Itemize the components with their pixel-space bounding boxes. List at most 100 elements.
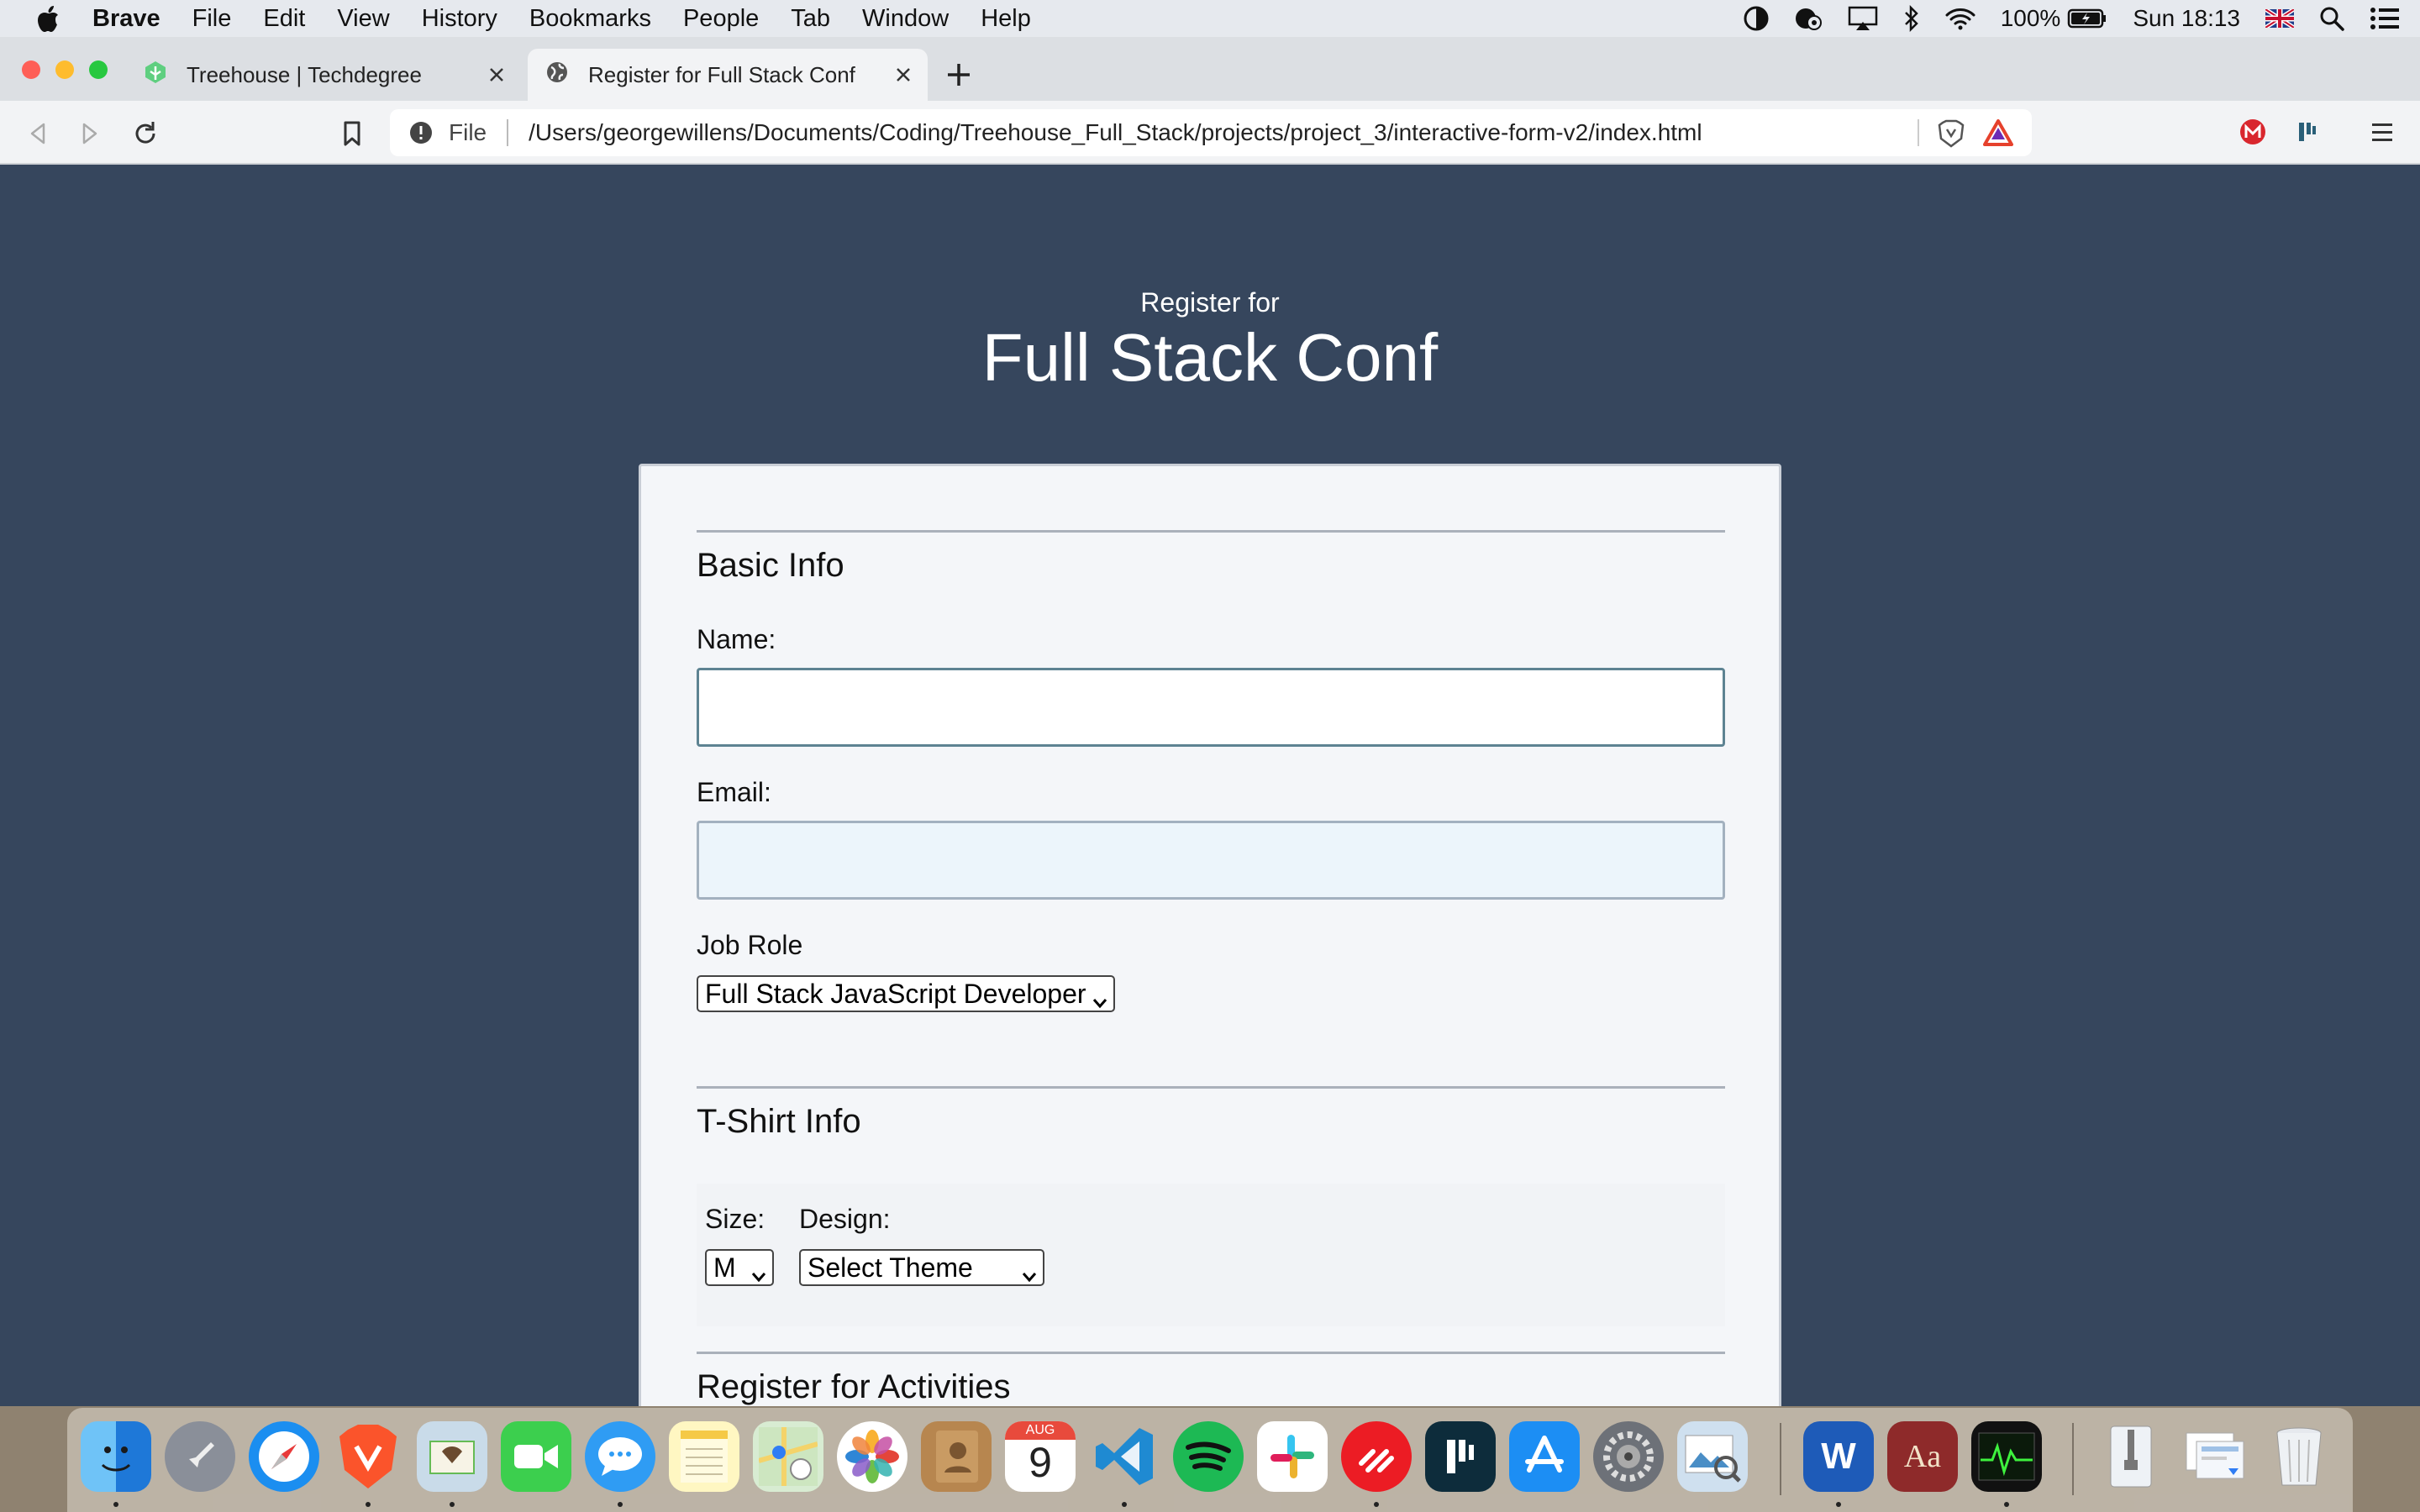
section-divider [697,530,1725,533]
page-subtitle: Register for [1140,287,1280,318]
bookmark-icon[interactable] [338,119,366,148]
menu-file[interactable]: File [192,5,232,33]
launchpad-icon[interactable] [165,1421,235,1492]
airplay-icon[interactable] [1848,6,1878,31]
reload-icon[interactable] [131,119,160,148]
contrast-icon[interactable] [1744,6,1769,31]
job-role-selected: Full Stack JavaScript Developer [705,978,1086,1009]
menu-tab[interactable]: Tab [791,5,830,33]
menu-history[interactable]: History [422,5,497,33]
web-page: Register for Full Stack Conf Basic Info … [0,165,2420,1406]
address-bar[interactable]: File /Users/georgewillens/Documents/Codi… [390,109,2032,156]
back-icon[interactable] [24,119,52,148]
creative-cloud-icon[interactable] [1794,6,1823,31]
mail-icon[interactable] [417,1421,487,1492]
address-divider [1918,119,1919,146]
tab-treehouse[interactable]: Treehouse | Techdegree [126,49,521,101]
running-indicator [1374,1502,1379,1507]
close-tab-icon[interactable] [486,64,508,86]
minimize-window-button[interactable] [55,60,74,79]
running-indicator [450,1502,455,1507]
menubar-clock[interactable]: Sun 18:13 [2133,5,2240,32]
system-preferences-icon[interactable] [1593,1421,1664,1492]
menu-window[interactable]: Window [862,5,949,33]
menu-help[interactable]: Help [981,5,1031,33]
archive-stack-icon[interactable] [2096,1421,2166,1492]
apple-menu-icon[interactable] [32,3,64,34]
safari-icon[interactable] [249,1421,319,1492]
site-info-icon[interactable] [408,120,434,145]
spotlight-search-icon[interactable] [2319,6,2344,31]
menu-view[interactable]: View [337,5,389,33]
brave-rewards-icon[interactable] [1983,119,2013,146]
menu-bookmarks[interactable]: Bookmarks [529,5,651,33]
activity-monitor-icon[interactable] [1971,1421,2042,1492]
brave-shields-icon[interactable] [1938,119,1965,148]
calendar-icon[interactable]: AUG 9 [1005,1421,1076,1492]
running-indicator [1836,1502,1841,1507]
app-store-icon[interactable] [1509,1421,1580,1492]
section-divider [697,1352,1725,1354]
globe-icon [544,60,570,91]
battery-icon[interactable] [2067,8,2107,29]
job-role-select[interactable]: Full Stack JavaScript Developer [697,975,1115,1012]
downloads-stack-icon[interactable] [2180,1421,2250,1492]
dashlane-extension-icon[interactable] [2292,118,2321,146]
scheme-label: File [449,119,487,145]
slack-icon[interactable] [1257,1421,1328,1492]
chevron-down-icon [1021,1261,1038,1283]
size-select[interactable]: M [705,1249,774,1286]
running-indicator [366,1502,371,1507]
new-tab-icon[interactable] [944,60,973,89]
dock-separator [2072,1423,2074,1495]
address-divider [507,119,509,146]
mega-extension-icon[interactable] [2238,118,2267,146]
dictionary-icon[interactable]: Aa [1887,1421,1958,1492]
dock-separator [1780,1423,1781,1495]
basic-info-heading: Basic Info [697,547,844,584]
preview-icon[interactable] [1677,1421,1748,1492]
vscode-icon[interactable] [1089,1421,1160,1492]
brave-icon[interactable] [333,1421,403,1492]
bluetooth-icon[interactable] [1903,5,1920,32]
tab-register[interactable]: Register for Full Stack Conf [528,49,928,101]
contacts-icon[interactable] [921,1421,992,1492]
notification-center-icon[interactable] [2370,7,2400,30]
app-menu-brave[interactable]: Brave [92,5,160,33]
close-window-button[interactable] [22,60,40,79]
tab-title: Register for Full Stack Conf [588,61,855,87]
section-divider [697,1086,1725,1089]
trash-icon[interactable] [2264,1421,2334,1492]
tab-strip: Treehouse | Techdegree Register for Full… [0,37,2420,101]
design-select[interactable]: Select Theme [799,1249,1044,1286]
url-text[interactable]: /Users/georgewillens/Documents/Coding/Tr… [529,119,1702,146]
email-label: Email: [697,777,771,807]
job-role-label: Job Role [697,930,803,960]
spotify-icon[interactable] [1173,1421,1244,1492]
authy-icon[interactable] [1341,1421,1412,1492]
browser-toolbar: File /Users/georgewillens/Documents/Codi… [0,101,2420,165]
calendar-month: AUG [1005,1421,1076,1440]
facetime-icon[interactable] [501,1421,571,1492]
size-label: Size: [705,1204,765,1234]
messages-icon[interactable] [585,1421,655,1492]
email-input[interactable] [697,821,1725,900]
zoom-window-button[interactable] [89,60,108,79]
forward-icon[interactable] [76,119,104,148]
browser-menu-icon[interactable] [2368,118,2396,146]
dashlane-icon[interactable] [1425,1421,1496,1492]
finder-icon[interactable] [81,1421,151,1492]
wifi-icon[interactable] [1945,7,1975,30]
menu-edit[interactable]: Edit [263,5,305,33]
menu-people[interactable]: People [683,5,759,33]
notes-icon[interactable] [669,1421,739,1492]
running-indicator [1122,1502,1127,1507]
close-tab-icon[interactable] [892,64,914,86]
name-input[interactable] [697,668,1725,747]
flag-uk-icon[interactable] [2265,9,2294,28]
photos-icon[interactable] [837,1421,908,1492]
maps-icon[interactable] [753,1421,823,1492]
name-label: Name: [697,624,776,654]
menu-bar: Brave File Edit View History Bookmarks P… [0,0,2420,37]
word-icon[interactable]: W [1803,1421,1874,1492]
